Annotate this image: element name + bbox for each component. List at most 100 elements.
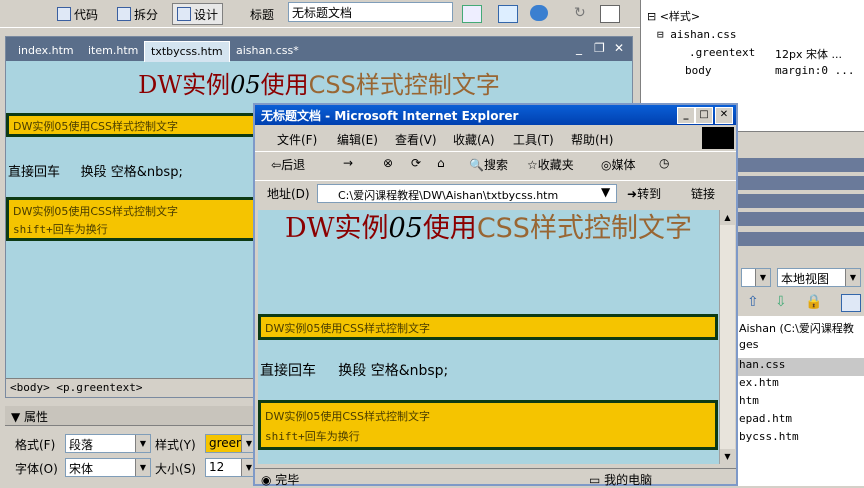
go-arrow-icon: ➜ bbox=[627, 187, 638, 201]
go-label: 转到 bbox=[637, 187, 662, 201]
collapse-arrow-icon: ▼ bbox=[11, 410, 25, 424]
ie-heading-use: 使用 bbox=[422, 213, 477, 244]
file-row[interactable]: ex.htm bbox=[737, 376, 864, 394]
close-icon[interactable]: ✕ bbox=[614, 41, 624, 55]
ie-title-bar[interactable]: 无标题文档 - Microsoft Internet Explorer _ □ … bbox=[255, 105, 736, 125]
view-select[interactable]: 本地视图 bbox=[777, 268, 861, 287]
tab-item[interactable]: item.htm bbox=[82, 41, 144, 61]
links-label[interactable]: 链接 bbox=[691, 185, 715, 202]
status-done: ◉ 完毕 bbox=[261, 471, 299, 488]
ie-heading-example: 实例 bbox=[334, 213, 389, 244]
lock-icon[interactable]: 🔒 bbox=[805, 294, 823, 310]
style-label: 样式(Y) bbox=[155, 438, 196, 452]
file-row[interactable]: Aishan (C:\爱闪课程教 bbox=[737, 320, 864, 338]
heading-dw: DW bbox=[138, 71, 183, 99]
design-view-label: 设计 bbox=[194, 7, 219, 22]
code-icon bbox=[57, 7, 71, 21]
menu-edit[interactable]: 编辑(E) bbox=[337, 131, 378, 148]
media-button[interactable]: ◎媒体 bbox=[601, 156, 636, 173]
split-icon bbox=[117, 7, 131, 21]
ie-box2-line1: DW实例05使用CSS样式控制文字 bbox=[265, 410, 430, 423]
ie-box2-line2: shift+回车为换行 bbox=[265, 430, 360, 443]
ie-heading-number: 05 bbox=[388, 213, 423, 244]
expand-icon[interactable] bbox=[841, 294, 861, 312]
menu-favorites[interactable]: 收藏(A) bbox=[453, 131, 495, 148]
go-button[interactable]: ➜转到 bbox=[627, 185, 661, 202]
search-button[interactable]: 🔍搜索 bbox=[469, 156, 508, 173]
ie-maximize-icon[interactable]: □ bbox=[695, 107, 713, 124]
back-button[interactable]: ⇦后退 bbox=[271, 156, 305, 173]
menu-file[interactable]: 文件(F) bbox=[277, 131, 317, 148]
status-zone-label: 我的电脑 bbox=[604, 473, 653, 487]
ie-greentext-paragraph-2: DW实例05使用CSS样式控制文字 shift+回车为换行 bbox=[258, 400, 718, 450]
ie-minimize-icon[interactable]: _ bbox=[677, 107, 695, 124]
site-select[interactable] bbox=[741, 268, 771, 287]
forward-button[interactable]: → bbox=[343, 156, 353, 170]
greentext-paragraph-2[interactable]: DW实例05使用CSS样式控制文字 shift+回车为换行 bbox=[6, 197, 256, 241]
tab-index[interactable]: index.htm bbox=[12, 41, 80, 61]
document-toolbar: 代码 拆分 设计 标题 无标题文档 ↻ bbox=[0, 0, 640, 28]
design-view-button[interactable]: 设计 bbox=[172, 3, 224, 25]
favorites-button[interactable]: ☆收藏夹 bbox=[527, 156, 574, 173]
file-row[interactable]: han.css bbox=[737, 358, 864, 376]
refresh-page-icon[interactable]: ⟳ bbox=[411, 156, 421, 170]
file-row[interactable]: bycss.htm bbox=[737, 430, 864, 448]
font-label: 字体(O) bbox=[15, 462, 58, 476]
ie-title-text: 无标题文档 - Microsoft Internet Explorer bbox=[261, 109, 519, 123]
file-row[interactable]: htm bbox=[737, 394, 864, 412]
css-panel-buttons[interactable] bbox=[781, 138, 861, 152]
code-view-button[interactable]: 代码 bbox=[52, 3, 104, 25]
put-files-icon[interactable]: ⇩ bbox=[775, 294, 793, 310]
menu-help[interactable]: 帮助(H) bbox=[571, 131, 613, 148]
status-done-label: 完毕 bbox=[275, 473, 300, 487]
css-rule-body[interactable]: body bbox=[685, 64, 712, 77]
menu-view[interactable]: 查看(V) bbox=[395, 131, 437, 148]
tab-txtbycss[interactable]: txtbycss.htm bbox=[144, 41, 230, 62]
style-select[interactable]: greente bbox=[205, 434, 257, 453]
box2-line1: DW实例05使用CSS样式控制文字 bbox=[13, 205, 178, 218]
address-label: 地址(D) bbox=[267, 187, 310, 201]
preview-globe-icon[interactable] bbox=[530, 5, 548, 21]
windows-logo-icon bbox=[702, 127, 734, 149]
scroll-down-icon[interactable]: ▼ bbox=[720, 449, 735, 464]
plain-paragraph[interactable]: 直接回车 换段 空格&nbsp; bbox=[8, 161, 183, 180]
scroll-up-icon[interactable]: ▲ bbox=[720, 210, 735, 225]
validate-icon[interactable] bbox=[462, 5, 482, 23]
ie-vertical-scrollbar[interactable]: ▲ ▼ bbox=[719, 210, 735, 464]
restore-icon[interactable]: ❐ bbox=[594, 41, 605, 55]
font-select[interactable]: 宋体 bbox=[65, 458, 151, 477]
page-heading[interactable]: DW实例05使用CSS样式控制文字 bbox=[6, 65, 632, 100]
title-input[interactable]: 无标题文档 bbox=[288, 2, 453, 22]
tab-aishan-css[interactable]: aishan.css* bbox=[230, 41, 305, 61]
address-input[interactable]: C:\爱闪课程教程\DW\Aishan\txtbycss.htm bbox=[317, 184, 617, 203]
transfer-icon[interactable] bbox=[498, 5, 518, 23]
history-icon[interactable]: ◷ bbox=[659, 156, 669, 170]
split-view-button[interactable]: 拆分 bbox=[112, 3, 164, 25]
ie-heading-css: CSS样式控制文字 bbox=[476, 213, 692, 244]
menu-tools[interactable]: 工具(T) bbox=[513, 131, 554, 148]
ie-close-icon[interactable]: ✕ bbox=[715, 107, 733, 124]
heading-use: 使用 bbox=[260, 71, 309, 99]
greentext-paragraph[interactable]: DW实例05使用CSS样式控制文字 bbox=[6, 113, 256, 137]
home-icon[interactable]: ⌂ bbox=[437, 156, 445, 170]
file-row[interactable]: epad.htm bbox=[737, 412, 864, 430]
stop-icon[interactable]: ⊗ bbox=[383, 156, 393, 170]
heading-example: 实例 bbox=[182, 71, 231, 99]
media-label: 媒体 bbox=[611, 158, 636, 172]
format-select[interactable]: 段落 bbox=[65, 434, 151, 453]
size-select[interactable]: 12 bbox=[205, 458, 257, 477]
get-files-icon[interactable]: ⇧ bbox=[747, 294, 765, 310]
minimize-icon[interactable]: _ bbox=[576, 41, 582, 55]
file-row[interactable]: ges bbox=[737, 338, 864, 356]
view-options-icon[interactable] bbox=[600, 5, 620, 23]
address-dropdown-icon[interactable]: ▼ bbox=[601, 185, 610, 199]
properties-panel: ▼ 属性 格式(F) 段落 样式(Y) greente 字体(O) 宋体 大小(… bbox=[5, 402, 257, 486]
css-file-item[interactable]: ⊟ aishan.css bbox=[657, 28, 736, 41]
favorites-icon: ☆ bbox=[527, 158, 538, 172]
refresh-icon[interactable]: ↻ bbox=[574, 5, 592, 21]
css-rule-greentext[interactable]: .greentext bbox=[689, 46, 755, 59]
properties-title[interactable]: ▼ 属性 bbox=[5, 406, 257, 426]
back-label: 后退 bbox=[281, 158, 306, 172]
css-root-item[interactable]: ⊟ <样式> bbox=[647, 8, 700, 24]
ie-toolbar: ⇦后退 → ⊗ ⟳ ⌂ 🔍搜索 ☆收藏夹 ◎媒体 ◷ bbox=[255, 151, 736, 177]
